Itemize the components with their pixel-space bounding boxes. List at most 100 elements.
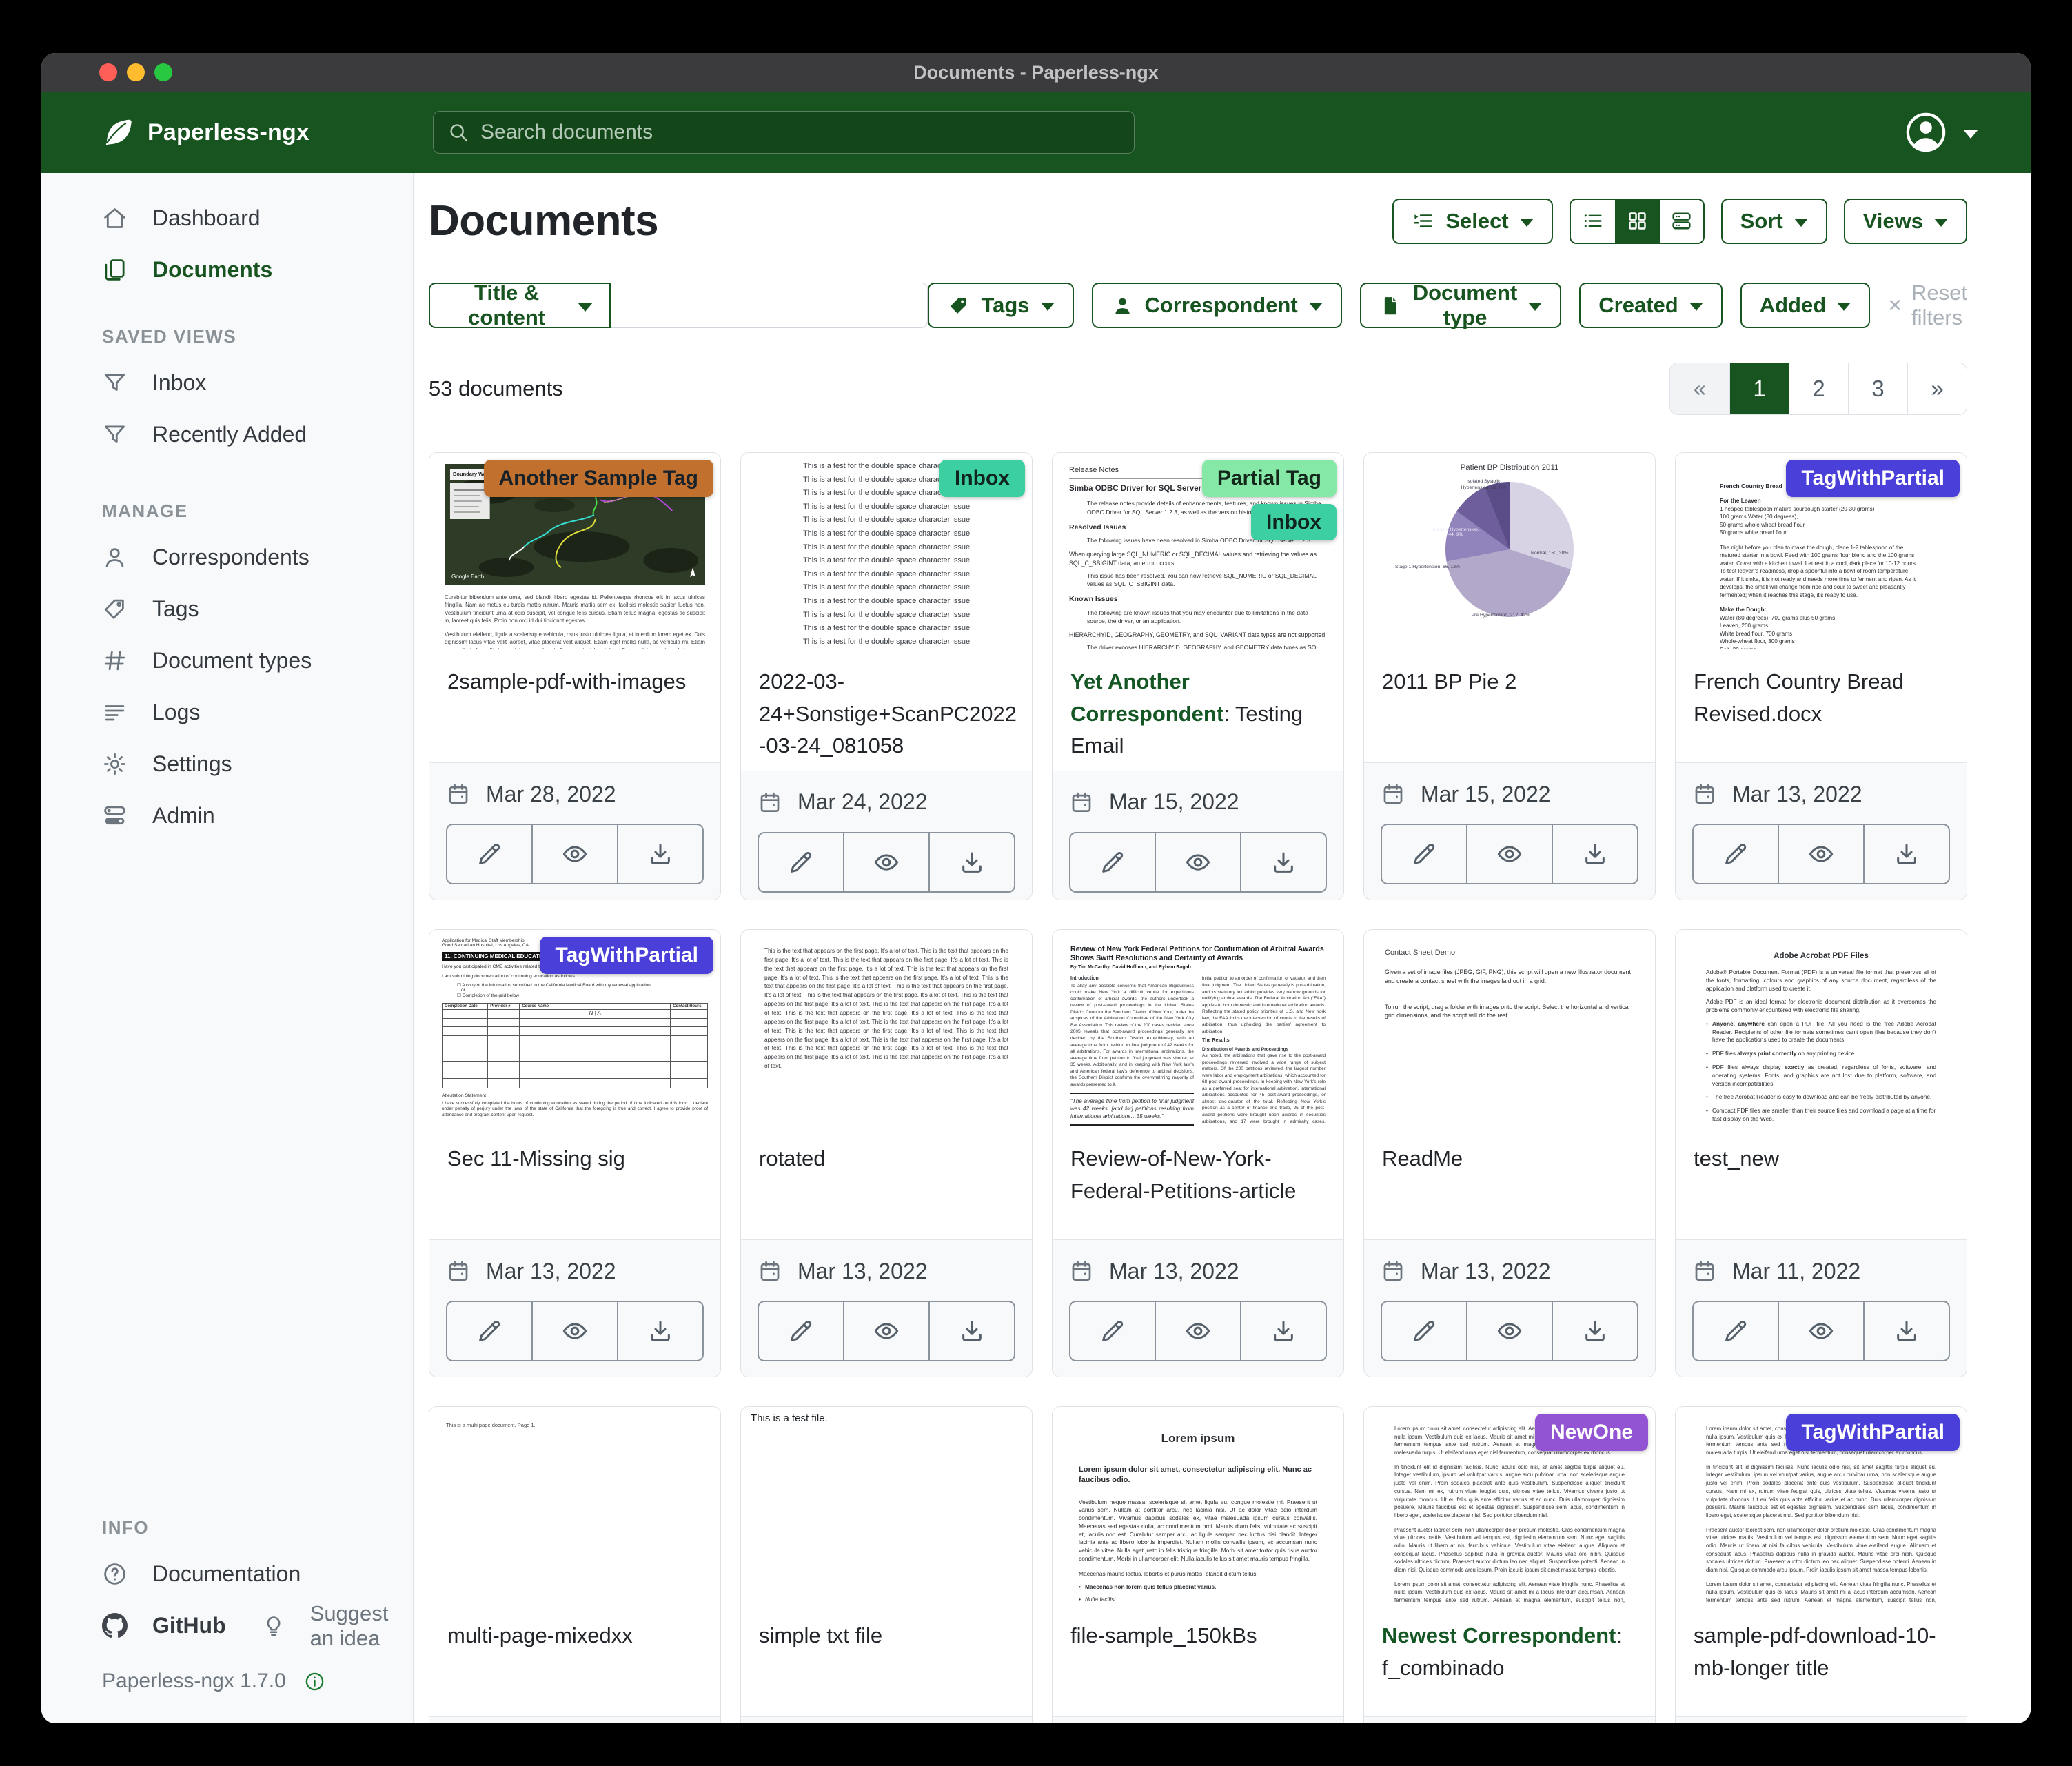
- document-card[interactable]: This is a multi page document. Page 1.mu…: [429, 1406, 721, 1723]
- document-card[interactable]: Lorem ipsumLorem ipsum dolor sit amet, c…: [1052, 1406, 1344, 1723]
- sidebar-item-recently-added[interactable]: Recently Added: [41, 409, 413, 460]
- document-card[interactable]: Patient BP Distribution 2011Isolated Sys…: [1363, 452, 1656, 900]
- document-title[interactable]: Review-of-New-York-Federal-Petitions-art…: [1053, 1126, 1343, 1239]
- view-document-button[interactable]: [1778, 1302, 1863, 1360]
- document-thumbnail[interactable]: Review of New York Federal Petitions for…: [1053, 930, 1343, 1126]
- edit-document-button[interactable]: [1070, 1302, 1155, 1360]
- tag-badge[interactable]: TagWithPartial: [540, 937, 713, 974]
- grid-view-button[interactable]: [1615, 200, 1659, 243]
- document-type-filter-button[interactable]: Document type: [1360, 283, 1562, 328]
- document-card[interactable]: This is a test for the double space char…: [740, 452, 1033, 900]
- tag-badge[interactable]: Inbox: [939, 460, 1025, 497]
- document-title[interactable]: 2022-03-24+Sonstige+ScanPC2022-03-24_081…: [741, 649, 1032, 771]
- document-title[interactable]: Newest Correspondent: f_combinado: [1364, 1603, 1655, 1716]
- tag-badge[interactable]: TagWithPartial: [1786, 1414, 1960, 1451]
- view-document-button[interactable]: [531, 825, 617, 883]
- document-thumbnail[interactable]: This is the text that appears on the fir…: [741, 930, 1032, 1126]
- document-thumbnail[interactable]: Lorem ipsumLorem ipsum dolor sit amet, c…: [1053, 1407, 1343, 1603]
- info-circle-icon[interactable]: [304, 1671, 325, 1692]
- download-document-button[interactable]: [617, 1302, 702, 1360]
- document-title[interactable]: Yet Another Correspondent: Testing Email: [1053, 649, 1343, 771]
- tag-badge[interactable]: Inbox: [1251, 504, 1337, 541]
- view-document-button[interactable]: [1155, 1302, 1240, 1360]
- pagination-page-1[interactable]: 1: [1729, 363, 1789, 414]
- view-document-button[interactable]: [1778, 825, 1863, 883]
- document-thumbnail[interactable]: Lorem ipsum dolor sit amet, consectetur …: [1364, 1407, 1655, 1603]
- document-thumbnail[interactable]: Boundary Waters TripGoogle EarthCurabitu…: [429, 453, 720, 649]
- document-card[interactable]: Lorem ipsum dolor sit amet, consectetur …: [1363, 1406, 1656, 1723]
- download-document-button[interactable]: [928, 1302, 1014, 1360]
- reset-filters-button[interactable]: × Reset filters: [1888, 281, 1967, 330]
- download-document-button[interactable]: [1552, 1302, 1637, 1360]
- pagination-page-2[interactable]: 2: [1789, 363, 1848, 414]
- document-title[interactable]: 2011 BP Pie 2: [1364, 649, 1655, 762]
- document-card[interactable]: This is the text that appears on the fir…: [740, 929, 1033, 1377]
- filter-text-input[interactable]: [611, 283, 928, 328]
- download-document-button[interactable]: [1552, 825, 1637, 883]
- document-thumbnail[interactable]: This is a test for the double space char…: [741, 453, 1032, 649]
- download-document-button[interactable]: [1240, 1302, 1326, 1360]
- tags-filter-button[interactable]: Tags: [928, 283, 1073, 328]
- select-dropdown-button[interactable]: Select: [1392, 199, 1552, 244]
- document-title[interactable]: multi-page-mixedxx: [429, 1603, 720, 1716]
- document-thumbnail[interactable]: Patient BP Distribution 2011Isolated Sys…: [1364, 453, 1655, 649]
- edit-document-button[interactable]: [759, 833, 843, 891]
- document-thumbnail[interactable]: French Country BreadFor the Leaven1 heap…: [1676, 453, 1967, 649]
- download-document-button[interactable]: [1863, 825, 1949, 883]
- sidebar-item-documents[interactable]: Documents: [41, 244, 413, 296]
- edit-document-button[interactable]: [1694, 1302, 1778, 1360]
- list-view-button[interactable]: [1571, 200, 1615, 243]
- download-document-button[interactable]: [928, 833, 1014, 891]
- minimize-window-button[interactable]: [127, 63, 145, 81]
- view-document-button[interactable]: [1466, 825, 1552, 883]
- zoom-window-button[interactable]: [154, 63, 172, 81]
- sidebar-item-admin[interactable]: Admin: [41, 790, 413, 842]
- download-document-button[interactable]: [1863, 1302, 1949, 1360]
- document-card[interactable]: Review of New York Federal Petitions for…: [1052, 929, 1344, 1377]
- document-card[interactable]: Boundary Waters TripGoogle EarthCurabitu…: [429, 452, 721, 900]
- document-card[interactable]: This is a test file.simple txt file: [740, 1406, 1033, 1723]
- document-card[interactable]: Contact Sheet DemoGiven a set of image f…: [1363, 929, 1656, 1377]
- correspondent-filter-button[interactable]: Correspondent: [1092, 283, 1342, 328]
- views-dropdown-button[interactable]: Views: [1844, 199, 1967, 244]
- document-card[interactable]: Adobe Acrobat PDF FilesAdobe® Portable D…: [1675, 929, 1967, 1377]
- download-document-button[interactable]: [1240, 833, 1326, 891]
- document-card[interactable]: Lorem ipsum dolor sit amet, consectetur …: [1675, 1406, 1967, 1723]
- sort-dropdown-button[interactable]: Sort: [1721, 199, 1827, 244]
- document-title[interactable]: sample-pdf-download-10-mb-longer title: [1676, 1603, 1967, 1716]
- pagination-next-button[interactable]: »: [1907, 363, 1967, 414]
- edit-document-button[interactable]: [447, 1302, 531, 1360]
- sidebar-item-settings[interactable]: Settings: [41, 738, 413, 790]
- tag-badge[interactable]: Another Sample Tag: [484, 460, 713, 497]
- view-document-button[interactable]: [1155, 833, 1240, 891]
- edit-document-button[interactable]: [1382, 1302, 1466, 1360]
- document-thumbnail[interactable]: Application for Medical Staff Membership…: [429, 930, 720, 1126]
- sidebar-item-logs[interactable]: Logs: [41, 687, 413, 738]
- pagination-page-3[interactable]: 3: [1848, 363, 1907, 414]
- edit-document-button[interactable]: [447, 825, 531, 883]
- document-thumbnail[interactable]: This is a multi page document. Page 1.: [429, 1407, 720, 1603]
- user-menu[interactable]: [1904, 110, 1978, 154]
- document-title[interactable]: rotated: [741, 1126, 1032, 1239]
- sidebar-item-document-types[interactable]: Document types: [41, 635, 413, 687]
- sidebar-item-tags[interactable]: Tags: [41, 583, 413, 635]
- search-field[interactable]: [479, 120, 1120, 145]
- sidebar-item-documentation[interactable]: Documentation: [41, 1548, 413, 1600]
- document-card[interactable]: French Country BreadFor the Leaven1 heap…: [1675, 452, 1967, 900]
- sidebar-item-github[interactable]: GitHub: [41, 1600, 226, 1652]
- search-input[interactable]: [433, 111, 1135, 154]
- app-brand[interactable]: Paperless-ngx: [101, 116, 309, 149]
- view-document-button[interactable]: [1466, 1302, 1552, 1360]
- document-thumbnail[interactable]: Lorem ipsum dolor sit amet, consectetur …: [1676, 1407, 1967, 1603]
- document-title[interactable]: Sec 11-Missing sig: [429, 1126, 720, 1239]
- download-document-button[interactable]: [617, 825, 702, 883]
- view-document-button[interactable]: [531, 1302, 617, 1360]
- added-filter-button[interactable]: Added: [1740, 283, 1870, 328]
- document-title[interactable]: French Country Bread Revised.docx: [1676, 649, 1967, 762]
- sidebar-item-dashboard[interactable]: Dashboard: [41, 192, 413, 244]
- document-title[interactable]: file-sample_150kBs: [1053, 1603, 1343, 1716]
- document-title[interactable]: ReadMe: [1364, 1126, 1655, 1239]
- document-thumbnail[interactable]: Adobe Acrobat PDF FilesAdobe® Portable D…: [1676, 930, 1967, 1126]
- edit-document-button[interactable]: [1070, 833, 1155, 891]
- edit-document-button[interactable]: [759, 1302, 843, 1360]
